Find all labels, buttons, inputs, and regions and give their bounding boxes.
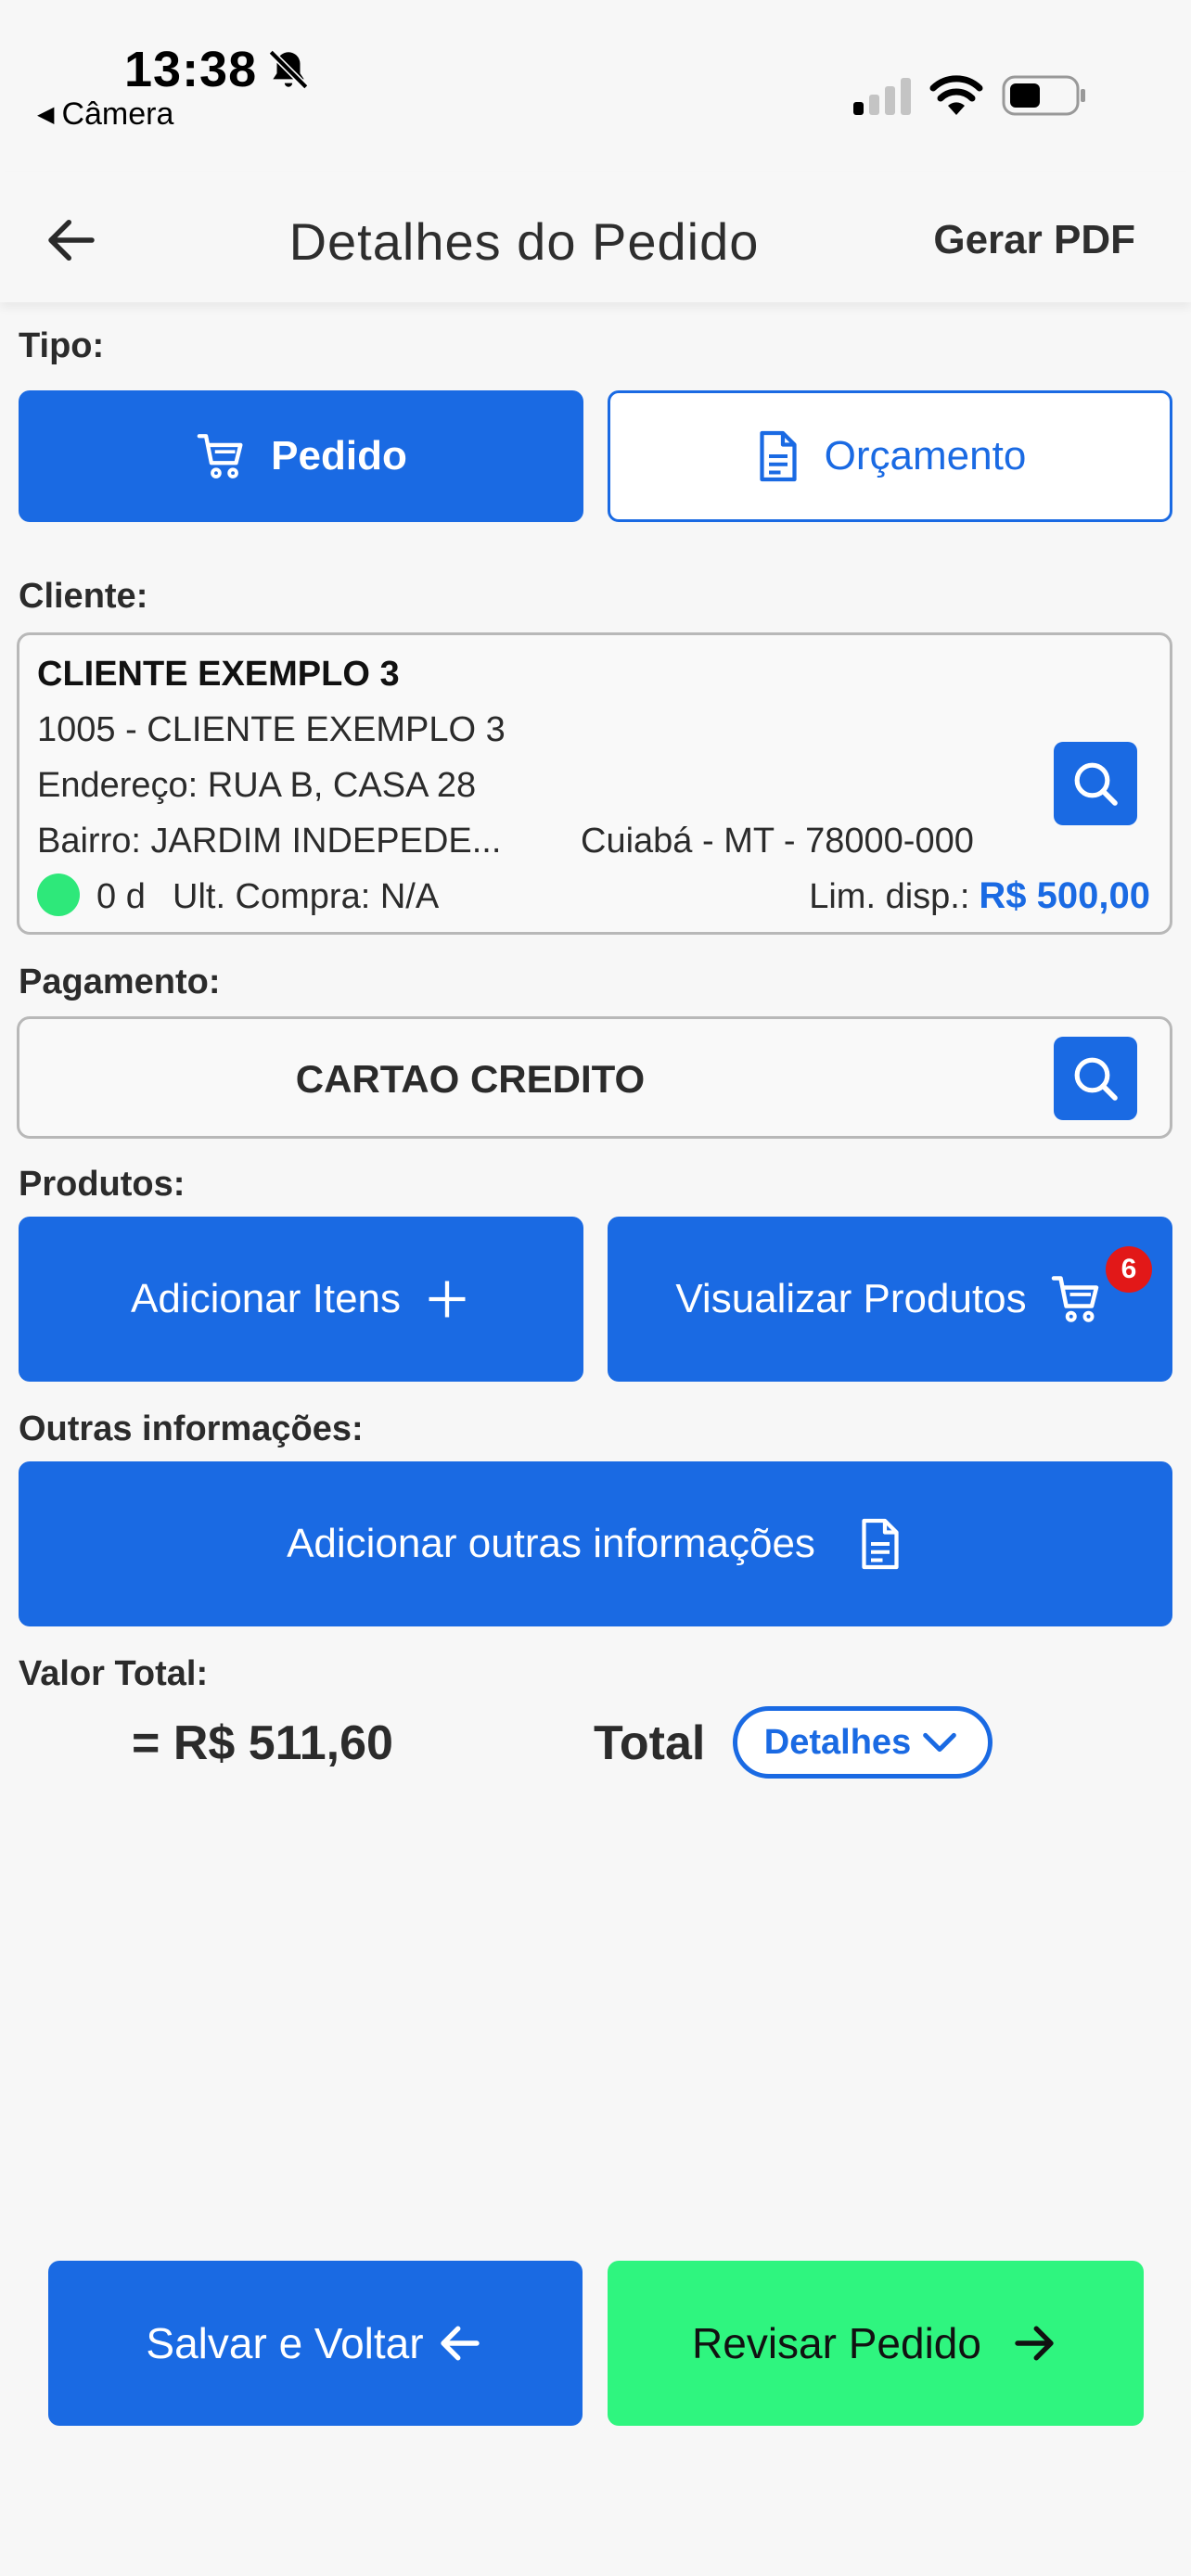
outras-label: Outras informações: — [19, 1409, 364, 1448]
details-label: Detalhes — [763, 1722, 912, 1762]
client-limit-label: Lim. disp.: — [809, 877, 970, 916]
add-items-button[interactable]: Adicionar Itens — [19, 1217, 583, 1382]
arrow-right-icon — [1015, 2326, 1054, 2361]
generate-pdf-button[interactable]: Gerar PDF — [933, 217, 1135, 263]
total-word: Total — [594, 1716, 706, 1770]
tipo-pedido-label: Pedido — [271, 433, 407, 478]
tipo-orcamento-label: Orçamento — [824, 433, 1027, 478]
tipo-orcamento-button[interactable]: Orçamento — [608, 390, 1172, 522]
save-and-back-label: Salvar e Voltar — [146, 2319, 424, 2367]
back-to-app-link[interactable]: ◀ Câmera — [37, 96, 173, 133]
client-status-dot — [37, 874, 80, 916]
add-other-info-button[interactable]: Adicionar outras informações — [19, 1461, 1172, 1626]
page-title: Detalhes do Pedido — [288, 212, 760, 271]
back-app-label: Câmera — [61, 96, 174, 132]
view-products-label: Visualizar Produtos — [675, 1276, 1027, 1321]
view-products-button[interactable]: Visualizar Produtos — [608, 1217, 1172, 1382]
bell-muted-icon — [268, 49, 309, 90]
client-city: Cuiabá - MT - 78000-000 — [581, 822, 974, 861]
client-neighborhood: Bairro: JARDIM INDEPEDE... — [37, 822, 502, 861]
pagamento-label: Pagamento: — [19, 963, 221, 1001]
total-value: = R$ 511,60 — [132, 1716, 393, 1770]
search-icon — [1074, 762, 1118, 806]
arrow-left-icon — [440, 2326, 480, 2361]
client-name: CLIENTE EXEMPLO 3 — [37, 655, 400, 694]
client-code: 1005 - CLIENTE EXEMPLO 3 — [37, 710, 506, 749]
client-limit: Lim. disp.: R$ 500,00 — [809, 875, 1150, 917]
review-order-button[interactable]: Revisar Pedido — [608, 2261, 1144, 2426]
document-icon — [760, 430, 797, 482]
valor-total-label: Valor Total: — [19, 1654, 209, 1693]
payment-value: CARTAO CREDITO — [295, 1057, 646, 1101]
status-time: 13:38 — [124, 42, 258, 97]
chevron-down-icon — [923, 1732, 957, 1753]
back-triangle-icon: ◀ — [37, 102, 55, 127]
review-order-label: Revisar Pedido — [692, 2319, 981, 2367]
tipo-pedido-button[interactable]: Pedido — [19, 390, 583, 522]
payment-search-button[interactable] — [1054, 1037, 1137, 1120]
client-search-button[interactable] — [1054, 742, 1137, 825]
cart-count-badge: 6 — [1106, 1246, 1152, 1293]
battery-icon — [1002, 75, 1085, 116]
client-last-purchase: Ult. Compra: N/A — [173, 877, 440, 916]
cart-icon — [1051, 1276, 1098, 1322]
document-icon — [862, 1518, 899, 1570]
wifi-icon — [929, 75, 983, 115]
produtos-label: Produtos: — [19, 1165, 186, 1204]
tipo-label: Tipo: — [19, 326, 105, 365]
search-icon — [1074, 1057, 1118, 1101]
cart-icon — [197, 434, 243, 478]
cellular-signal-icon — [853, 78, 911, 115]
cliente-label: Cliente: — [19, 577, 148, 616]
client-days: 0 d — [96, 877, 146, 916]
client-address: Endereço: RUA B, CASA 28 — [37, 766, 477, 805]
add-items-label: Adicionar Itens — [130, 1276, 402, 1321]
add-other-info-label: Adicionar outras informações — [287, 1521, 815, 1566]
client-limit-value: R$ 500,00 — [979, 875, 1150, 916]
plus-icon — [429, 1281, 466, 1318]
details-button[interactable]: Detalhes — [733, 1706, 992, 1779]
save-and-back-button[interactable]: Salvar e Voltar — [48, 2261, 583, 2426]
